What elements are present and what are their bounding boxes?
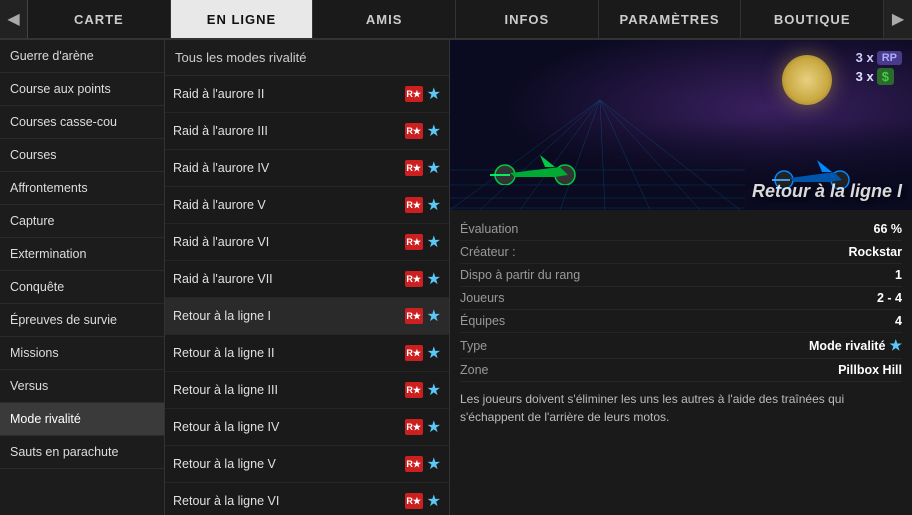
category-item[interactable]: Épreuves de survie — [0, 304, 164, 337]
rockstar-icon: R★ — [405, 345, 423, 361]
mission-icons: R★ ★ — [405, 158, 441, 178]
mission-preview: 3 x RP 3 x $ Retour à la ligne I — [450, 40, 912, 210]
star-icon: ★ — [427, 121, 441, 141]
mission-icons: R★ ★ — [405, 491, 441, 511]
star-icon: ★ — [427, 232, 441, 252]
star-icon: ★ — [427, 306, 441, 326]
detail-dispo: Dispo à partir du rang 1 — [460, 264, 902, 287]
bike-green — [490, 145, 580, 185]
mission-item[interactable]: Raid à l'aurore III R★ ★ — [165, 113, 449, 150]
missions-header: Tous les modes rivalité — [165, 40, 449, 76]
tab-en-ligne[interactable]: EN LIGNE — [171, 0, 314, 38]
rockstar-icon: R★ — [405, 308, 423, 324]
star-icon: ★ — [427, 269, 441, 289]
star-icon: ★ — [427, 491, 441, 511]
cash-bonus: 3 x $ — [856, 68, 902, 85]
category-item[interactable]: Capture — [0, 205, 164, 238]
tab-carte[interactable]: CARTE — [28, 0, 171, 38]
mission-item[interactable]: Retour à la ligne VI R★ ★ — [165, 483, 449, 515]
nav-arrow-left[interactable]: ◀ — [0, 0, 28, 38]
tab-boutique[interactable]: BOUTIQUE — [741, 0, 884, 38]
mission-icons: R★ ★ — [405, 121, 441, 141]
mission-icons: R★ ★ — [405, 269, 441, 289]
rp-bonus: 3 x RP — [856, 50, 902, 65]
star-icon: ★ — [427, 417, 441, 437]
category-item[interactable]: Affrontements — [0, 172, 164, 205]
tab-parametres[interactable]: PARAMÈTRES — [599, 0, 742, 38]
bonus-badges: 3 x RP 3 x $ — [856, 50, 902, 85]
nav-arrow-right[interactable]: ▶ — [884, 0, 912, 38]
mission-icons: R★ ★ — [405, 232, 441, 252]
rockstar-icon: R★ — [405, 234, 423, 250]
rockstar-icon: R★ — [405, 123, 423, 139]
category-item[interactable]: Conquête — [0, 271, 164, 304]
rockstar-icon: R★ — [405, 382, 423, 398]
mission-item[interactable]: Retour à la ligne IV R★ ★ — [165, 409, 449, 446]
type-star-icon: ★ — [889, 337, 902, 354]
category-item-mode-rivalite[interactable]: Mode rivalité — [0, 403, 164, 436]
star-icon: ★ — [427, 380, 441, 400]
main-area: Guerre d'arène Course aux points Courses… — [0, 40, 912, 515]
mission-icons: R★ ★ — [405, 454, 441, 474]
mission-item[interactable]: Raid à l'aurore II R★ ★ — [165, 76, 449, 113]
detail-evaluation: Évaluation 66 % — [460, 218, 902, 241]
mission-icons: R★ ★ — [405, 84, 441, 104]
detail-joueurs: Joueurs 2 - 4 — [460, 287, 902, 310]
mission-item[interactable]: Raid à l'aurore VII R★ ★ — [165, 261, 449, 298]
mission-icons: R★ ★ — [405, 195, 441, 215]
mission-item[interactable]: Raid à l'aurore VI R★ ★ — [165, 224, 449, 261]
rockstar-icon: R★ — [405, 160, 423, 176]
category-item[interactable]: Versus — [0, 370, 164, 403]
category-item[interactable]: Guerre d'arène — [0, 40, 164, 73]
mission-icons: R★ ★ — [405, 417, 441, 437]
top-navigation: ◀ CARTE EN LIGNE AMIS INFOS PARAMÈTRES B… — [0, 0, 912, 40]
rockstar-icon: R★ — [405, 419, 423, 435]
mission-item[interactable]: Raid à l'aurore V R★ ★ — [165, 187, 449, 224]
mission-details: Évaluation 66 % Créateur : Rockstar Disp… — [450, 210, 912, 515]
star-icon: ★ — [427, 454, 441, 474]
category-list: Guerre d'arène Course aux points Courses… — [0, 40, 165, 515]
category-item[interactable]: Courses casse-cou — [0, 106, 164, 139]
category-item[interactable]: Missions — [0, 337, 164, 370]
mission-item-selected[interactable]: Retour à la ligne I R★ ★ — [165, 298, 449, 335]
category-item[interactable]: Extermination — [0, 238, 164, 271]
detail-type: Type Mode rivalité ★ — [460, 333, 902, 359]
category-item[interactable]: Course aux points — [0, 73, 164, 106]
tab-amis[interactable]: AMIS — [313, 0, 456, 38]
detail-createur: Créateur : Rockstar — [460, 241, 902, 264]
category-item[interactable]: Courses — [0, 139, 164, 172]
mission-icons: R★ ★ — [405, 306, 441, 326]
preview-mission-title: Retour à la ligne I — [752, 181, 902, 202]
tab-infos[interactable]: INFOS — [456, 0, 599, 38]
mission-item[interactable]: Retour à la ligne III R★ ★ — [165, 372, 449, 409]
mission-icons: R★ ★ — [405, 343, 441, 363]
rockstar-icon: R★ — [405, 271, 423, 287]
star-icon: ★ — [427, 195, 441, 215]
mission-icons: R★ ★ — [405, 380, 441, 400]
rockstar-icon: R★ — [405, 456, 423, 472]
rockstar-icon: R★ — [405, 197, 423, 213]
mission-description: Les joueurs doivent s'éliminer les uns l… — [460, 390, 902, 426]
mission-list: Tous les modes rivalité Raid à l'aurore … — [165, 40, 450, 515]
mission-item[interactable]: Retour à la ligne II R★ ★ — [165, 335, 449, 372]
detail-panel: 3 x RP 3 x $ Retour à la ligne I Évaluat… — [450, 40, 912, 515]
category-item[interactable]: Sauts en parachute — [0, 436, 164, 469]
mission-item[interactable]: Retour à la ligne V R★ ★ — [165, 446, 449, 483]
detail-zone: Zone Pillbox Hill — [460, 359, 902, 382]
mission-item[interactable]: Raid à l'aurore IV R★ ★ — [165, 150, 449, 187]
rockstar-icon: R★ — [405, 86, 423, 102]
detail-equipes: Équipes 4 — [460, 310, 902, 333]
rockstar-icon: R★ — [405, 493, 423, 509]
star-icon: ★ — [427, 343, 441, 363]
star-icon: ★ — [427, 84, 441, 104]
star-icon: ★ — [427, 158, 441, 178]
